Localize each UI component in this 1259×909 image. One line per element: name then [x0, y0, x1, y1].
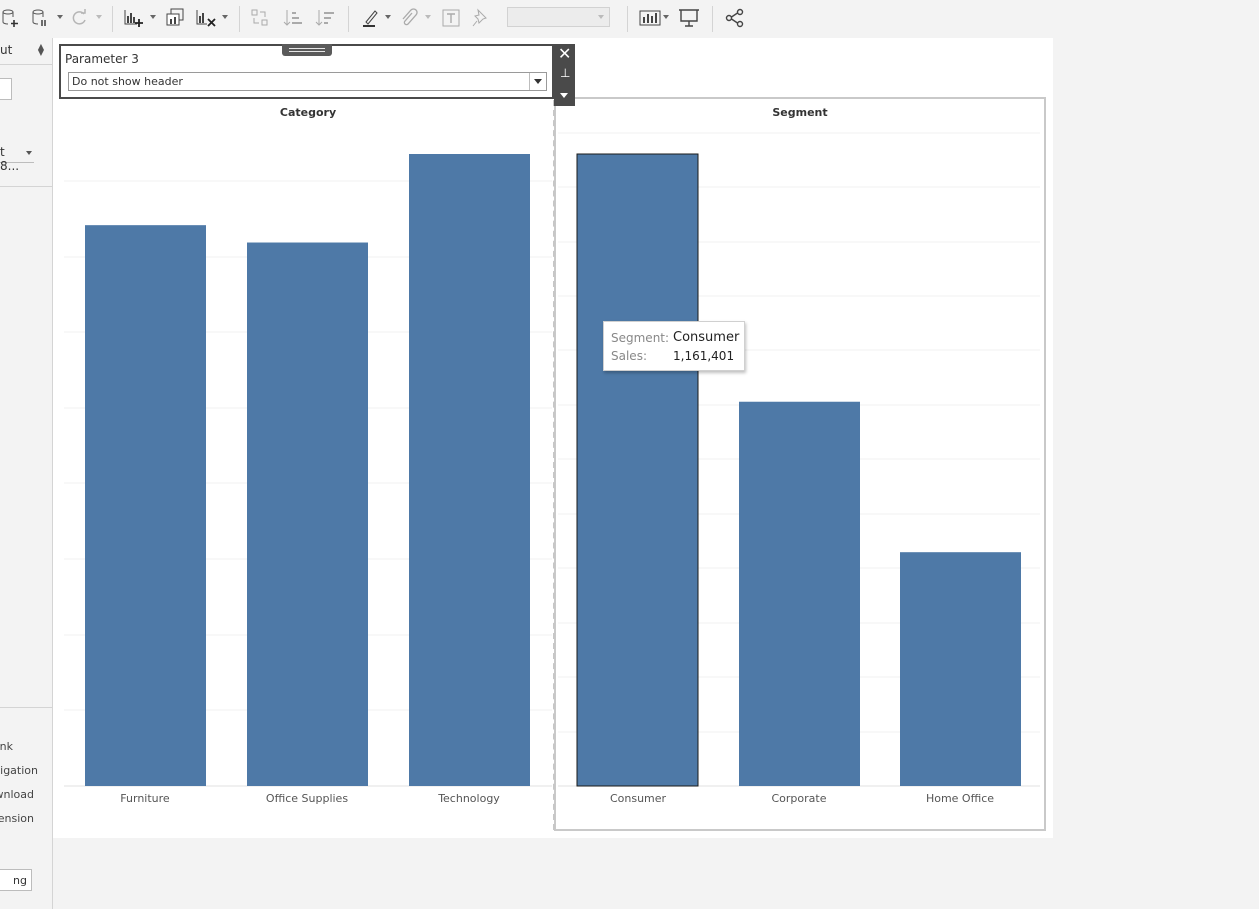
pin-icon[interactable]: ⊥: [560, 66, 570, 80]
x-axis-label-furniture[interactable]: Furniture: [65, 792, 225, 805]
divider: [0, 186, 52, 187]
x-axis-label-home-office[interactable]: Home Office: [880, 792, 1040, 805]
divider: [0, 707, 52, 708]
mark-tooltip: Segment: Consumer Sales: 1,161,401: [603, 321, 745, 371]
object-item-label: vigation: [0, 764, 38, 777]
bar-home-office[interactable]: [900, 552, 1021, 786]
chevron-down-icon: [26, 151, 32, 155]
bar-office-supplies[interactable]: [247, 242, 368, 786]
parameter-title: Parameter 3: [65, 52, 139, 66]
hide-dashboard-title-button[interactable]: ng: [0, 869, 32, 891]
bar-consumer[interactable]: [576, 153, 699, 787]
x-axis-label-corporate[interactable]: Corporate: [719, 792, 879, 805]
parameter-dropdown-button[interactable]: [529, 73, 546, 90]
category-bar-chart: [64, 154, 552, 787]
object-item-label: nk: [0, 740, 13, 753]
size-select[interactable]: t 8...: [0, 144, 34, 173]
pause-data-icon[interactable]: [32, 8, 48, 28]
size-select-value: t 8...: [0, 145, 20, 173]
bar-furniture[interactable]: [85, 225, 206, 786]
layout-select[interactable]: ut ▲ ▼: [0, 40, 50, 60]
chevron-down-icon: [534, 79, 542, 84]
new-data-source-icon[interactable]: [2, 8, 20, 28]
x-axis-label-consumer[interactable]: Consumer: [558, 792, 718, 805]
updown-arrows-icon: ▲ ▼: [37, 42, 44, 57]
dropdown-caret-icon[interactable]: [57, 15, 63, 19]
tooltip-sales-value: 1,161,401: [673, 349, 735, 363]
object-item-label: wnload: [0, 788, 34, 801]
floating-object-tools: ✕ ⊥: [554, 44, 575, 106]
object-item-label: ension: [0, 812, 34, 825]
button-label: ng: [13, 874, 27, 887]
drag-handle[interactable]: [282, 44, 332, 56]
dashboard-side-panel: ut ▲▼ t 8... nk vigation wnload ension n…: [0, 38, 53, 909]
bar-corporate[interactable]: [739, 401, 860, 786]
x-axis-label-technology[interactable]: Technology: [389, 792, 549, 805]
tooltip-segment-value: Consumer: [673, 330, 740, 345]
parameter-select[interactable]: Do not show header: [68, 72, 547, 91]
x-axis-label-office-supplies[interactable]: Office Supplies: [227, 792, 387, 805]
layout-select-value: ut: [0, 43, 13, 57]
bar-technology[interactable]: [409, 154, 530, 786]
size-input[interactable]: [0, 78, 12, 100]
parameter-select-value: Do not show header: [72, 75, 183, 88]
more-options-icon[interactable]: [560, 93, 568, 98]
segment-bar-chart: [558, 132, 1040, 787]
sheet-divider: [553, 100, 555, 830]
divider: [0, 64, 52, 65]
tooltip-segment-key: Segment:: [611, 331, 670, 345]
tooltip-sales-key: Sales:: [611, 349, 647, 363]
close-icon[interactable]: ✕: [558, 45, 571, 63]
